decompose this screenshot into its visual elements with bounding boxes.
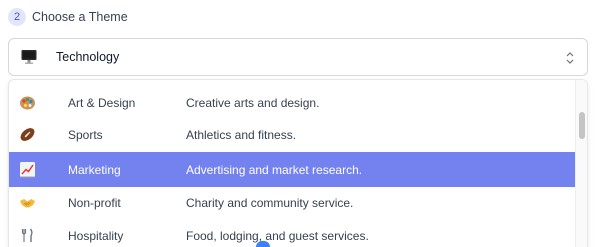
option-label: Art & Design <box>68 95 136 110</box>
computer-icon <box>21 49 37 65</box>
theme-dropdown-list: Art & Design Creative arts and design. S… <box>8 79 588 247</box>
selected-theme-value: Technology <box>56 50 120 64</box>
option-label: Marketing <box>68 162 121 177</box>
handshake-icon <box>19 194 36 211</box>
step-title: Choose a Theme <box>32 10 128 24</box>
palette-icon <box>19 94 36 111</box>
option-description: Food, lodging, and guest services. <box>186 228 369 243</box>
option-art-design[interactable]: Art & Design Creative arts and design. <box>9 85 577 120</box>
theme-select[interactable]: Technology <box>8 38 588 76</box>
step-number-badge: 2 <box>8 8 26 26</box>
option-sports[interactable]: Sports Athletics and fitness. <box>9 117 577 152</box>
step-header: 2 Choose a Theme <box>8 6 128 28</box>
chevron-updown-icon <box>565 50 575 66</box>
option-hospitality[interactable]: Hospitality Food, lodging, and guest ser… <box>9 218 577 247</box>
option-description: Athletics and fitness. <box>186 127 297 142</box>
scrollbar-thumb[interactable] <box>579 112 585 139</box>
option-label: Sports <box>68 127 103 142</box>
option-description: Creative arts and design. <box>186 95 320 110</box>
option-label: Hospitality <box>68 228 124 243</box>
option-non-profit[interactable]: Non-profit Charity and community service… <box>9 185 577 220</box>
option-marketing[interactable]: Marketing Advertising and market researc… <box>9 152 577 187</box>
partially-hidden-element <box>256 241 270 247</box>
dropdown-scrollbar[interactable] <box>575 80 587 247</box>
option-description: Advertising and market research. <box>186 162 363 177</box>
chart-increasing-icon <box>19 161 36 178</box>
option-description: Charity and community service. <box>186 195 354 210</box>
football-icon <box>19 126 36 143</box>
option-label: Non-profit <box>68 195 121 210</box>
fork-knife-icon <box>19 227 36 244</box>
